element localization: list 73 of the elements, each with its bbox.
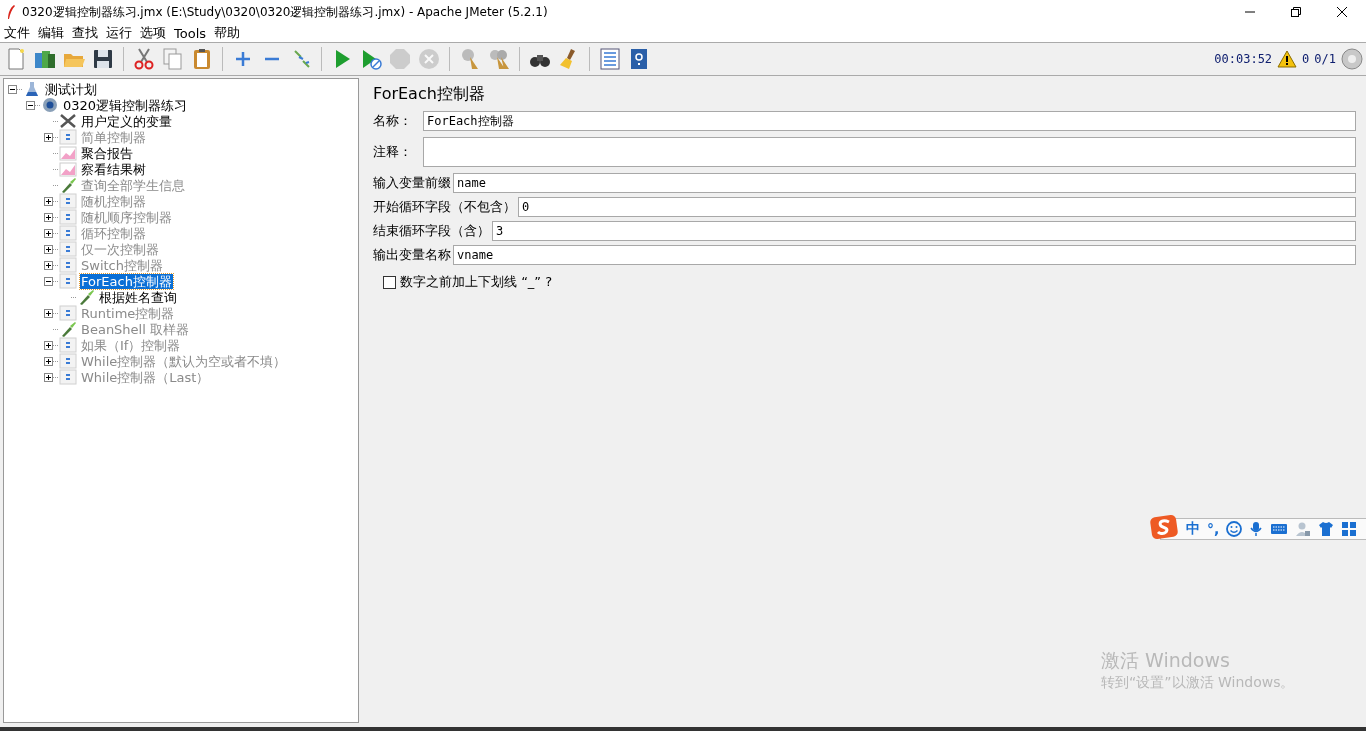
tree-node[interactable]: 0320逻辑控制器练习 [62, 97, 189, 113]
plan-icon [23, 81, 41, 97]
checkbox-label: 数字之前加上下划线 “_” ? [400, 273, 553, 291]
text-field[interactable]: 3 [492, 221, 1356, 241]
cut-icon[interactable] [132, 47, 156, 71]
grid-icon[interactable] [1341, 521, 1358, 537]
controller-icon [59, 209, 77, 225]
config-icon [59, 113, 77, 129]
input-method-logo-icon[interactable] [1149, 514, 1179, 540]
listener-icon [59, 145, 77, 161]
controller-icon [59, 241, 77, 257]
remote-status-icon [1341, 48, 1363, 70]
field-label: 输入变量前缀 [373, 174, 451, 192]
save-icon[interactable] [91, 47, 115, 71]
menu-item[interactable]: 编辑 [38, 24, 64, 42]
collapse-toggle-icon[interactable] [26, 100, 35, 110]
text-field[interactable]: name [453, 173, 1356, 193]
punctuation-mode[interactable]: °, [1207, 521, 1220, 537]
collapse-toggle-icon[interactable] [8, 84, 17, 94]
controller-icon [59, 353, 77, 369]
field-label: 开始循环字段（不包含） [373, 198, 516, 216]
close-icon[interactable] [1336, 6, 1348, 18]
checkbox[interactable] [383, 275, 396, 289]
window-title: 0320逻辑控制器练习.jmx (E:\Study\0320\0320逻辑控制器练习.jmx) - Apache JMeter (5.2.1) [22, 3, 548, 21]
text-field[interactable]: ForEach控制器 [423, 111, 1356, 131]
smiley-icon[interactable] [1226, 521, 1243, 537]
menu-item[interactable]: 运行 [106, 24, 132, 42]
field-label: 注释： [373, 143, 413, 161]
thread-group-icon [41, 97, 59, 113]
thread-count: 0/1 [1314, 52, 1336, 66]
shirt-icon[interactable] [1318, 521, 1335, 537]
tree-node[interactable]: 察看结果树 [80, 161, 147, 177]
controller-icon [59, 337, 77, 353]
user-icon[interactable] [1295, 521, 1312, 537]
controller-icon [59, 305, 77, 321]
function-helper-icon[interactable] [598, 47, 622, 71]
menu-item[interactable]: 查找 [72, 24, 98, 42]
collapse-toggle-icon[interactable] [44, 276, 53, 286]
sampler-icon [59, 177, 77, 193]
controller-icon [59, 225, 77, 241]
elapsed-time: 00:03:52 [1214, 52, 1273, 66]
tree-node[interactable]: 测试计划 [44, 81, 98, 97]
menu-item[interactable]: Tools [174, 25, 207, 41]
maximize-icon[interactable] [1290, 6, 1302, 18]
menu-item[interactable]: 选项 [140, 24, 166, 42]
controller-icon [59, 129, 77, 145]
tree-node[interactable]: 用户定义的变量 [80, 113, 173, 129]
warning-icon[interactable] [1277, 50, 1298, 68]
field-label: 输出变量名称 [373, 246, 451, 264]
warning-count: 0 [1302, 52, 1310, 66]
text-field[interactable]: vname [453, 245, 1356, 265]
text-field[interactable]: 0 [518, 197, 1356, 217]
tree-node[interactable]: 根据姓名查询 [98, 289, 178, 305]
field-label: 结束循环字段（含） [373, 222, 490, 240]
sampler-icon [59, 321, 77, 337]
controller-icon [59, 273, 77, 289]
activation-title: 激活 Windows [1101, 648, 1231, 673]
tree-node[interactable]: ForEach控制器 [80, 273, 173, 289]
tree-node[interactable]: 聚合报告 [80, 145, 134, 161]
listener-icon [59, 161, 77, 177]
controller-icon [59, 193, 77, 209]
editor-title: ForEach控制器 [373, 84, 486, 105]
menu-item[interactable]: 文件 [4, 24, 30, 42]
microphone-icon[interactable] [1249, 521, 1264, 537]
input-mode[interactable]: 中 [1186, 520, 1200, 538]
field-label: 名称： [373, 112, 413, 130]
sampler-icon [77, 289, 95, 305]
menu-item[interactable]: 帮助 [214, 24, 241, 42]
controller-icon [59, 369, 77, 385]
keyboard-icon[interactable] [1270, 522, 1289, 536]
comment-field[interactable] [423, 137, 1356, 167]
controller-icon [59, 257, 77, 273]
feather-icon [6, 4, 16, 20]
